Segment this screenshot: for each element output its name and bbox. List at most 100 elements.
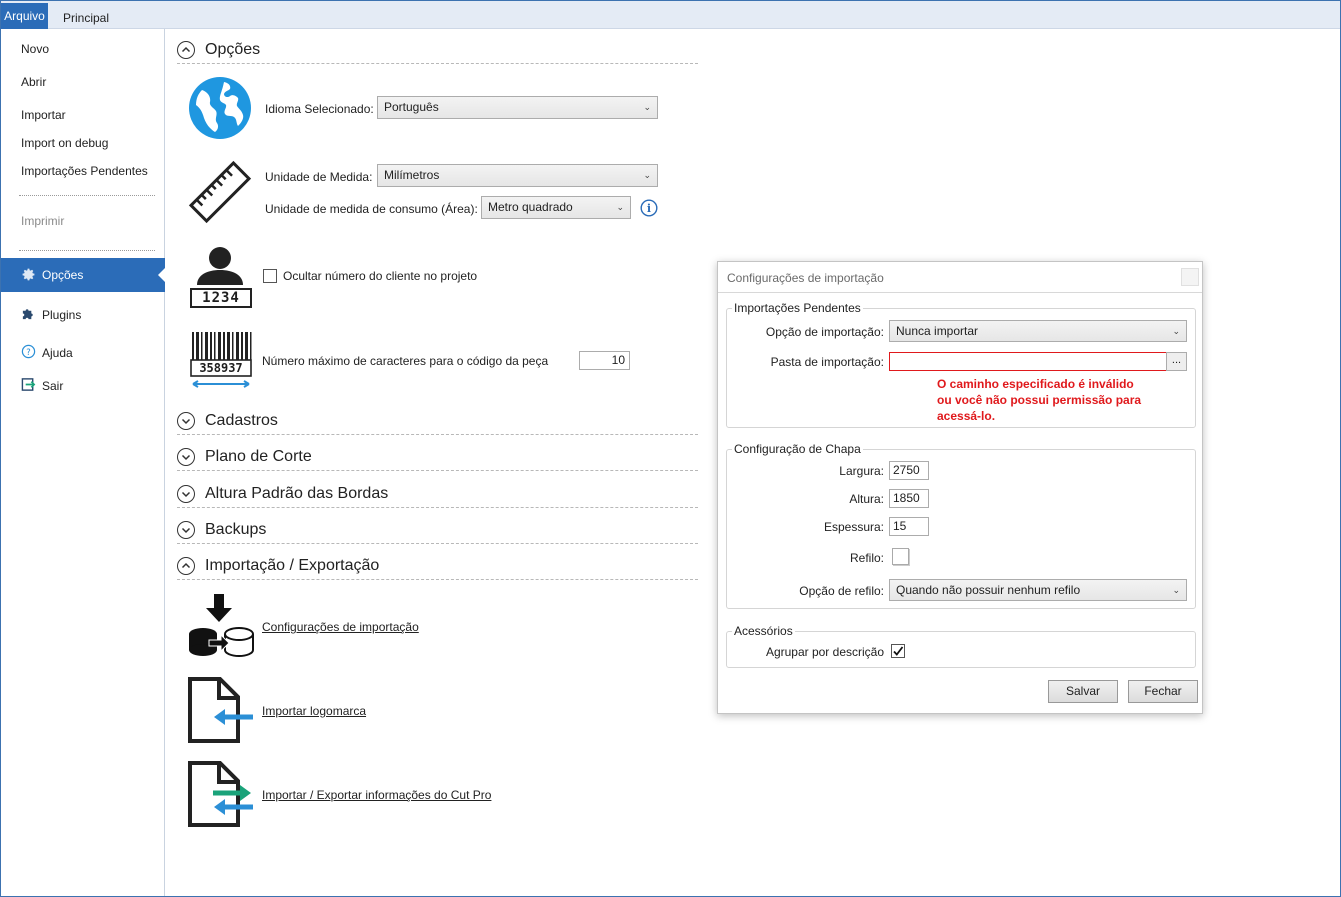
altura-label: Altura: xyxy=(849,492,884,506)
espessura-input[interactable]: 15 xyxy=(889,517,929,536)
config-import-link[interactable]: Configurações de importação xyxy=(262,620,419,634)
import-export-icon xyxy=(187,760,255,831)
help-icon: ? xyxy=(21,344,36,362)
section-altura-bordas-header[interactable]: Altura Padrão das Bordas xyxy=(177,480,698,508)
sidebar-item-importar[interactable]: Importar xyxy=(21,108,66,122)
barcode-number: 358937 xyxy=(199,361,243,375)
hide-client-label: Ocultar número do cliente no projeto xyxy=(283,269,478,283)
consumption-label: Unidade de medida de consumo (Área): xyxy=(265,202,478,216)
section-title: Backups xyxy=(205,520,267,538)
sidebar-item-sair[interactable]: Sair xyxy=(21,377,63,395)
sidebar-item-abrir[interactable]: Abrir xyxy=(21,75,46,89)
refilo-option-select[interactable]: Quando não possuir nenhum refilo ⌄ xyxy=(889,579,1187,601)
sidebar-item-label: Plugins xyxy=(42,308,82,322)
sidebar-divider xyxy=(19,250,155,251)
import-folder-label: Pasta de importação: xyxy=(770,355,884,369)
section-import-export-header[interactable]: Importação / Exportação xyxy=(177,552,698,580)
import-settings-dialog: Configurações de importação Importações … xyxy=(717,261,1203,714)
barcode-icon: 358937 xyxy=(189,330,253,393)
backstage-sidebar: Novo Abrir Importar Import on debug Impo… xyxy=(1,29,166,896)
group-by-desc-checkbox[interactable] xyxy=(891,644,905,658)
unit-value: Milímetros xyxy=(384,168,440,182)
altura-input[interactable]: 1850 xyxy=(889,489,929,508)
import-export-cutpro-link[interactable]: Importar / Exportar informações do Cut P… xyxy=(262,788,491,802)
import-option-label: Opção de importação: xyxy=(765,325,884,339)
exit-icon xyxy=(21,377,36,395)
sidebar-item-novo[interactable]: Novo xyxy=(21,42,49,56)
app-window: Arquivo Principal Novo Abrir Importar Im… xyxy=(0,0,1341,897)
error-line: acessá-lo. xyxy=(937,409,996,423)
collapse-icon xyxy=(177,556,195,575)
largura-label: Largura: xyxy=(839,464,884,478)
largura-input[interactable]: 2750 xyxy=(889,461,929,480)
section-opcoes-header[interactable]: Opções xyxy=(177,36,698,64)
group-title: Configuração de Chapa xyxy=(732,442,863,456)
sidebar-item-importacoes-pendentes[interactable]: Importações Pendentes xyxy=(21,164,148,178)
consumption-select[interactable]: Metro quadrado ⌄ xyxy=(481,196,631,219)
error-line: O caminho especificado é inválido xyxy=(937,377,1134,391)
refilo-option-value: Quando não possuir nenhum refilo xyxy=(896,583,1081,597)
dialog-title-divider xyxy=(718,292,1202,293)
import-folder-input[interactable] xyxy=(889,352,1167,371)
expand-icon xyxy=(177,520,195,539)
sidebar-item-ajuda[interactable]: ? Ajuda xyxy=(21,344,73,362)
sidebar-item-opcoes[interactable]: Opções xyxy=(1,258,166,292)
chevron-down-icon: ⌄ xyxy=(1172,585,1180,595)
browse-folder-button[interactable]: ... xyxy=(1166,352,1187,371)
import-option-select[interactable]: Nunca importar ⌄ xyxy=(889,320,1187,342)
tab-principal[interactable]: Principal xyxy=(63,11,109,25)
puzzle-icon xyxy=(21,306,36,324)
expand-icon xyxy=(177,447,195,466)
section-title: Importação / Exportação xyxy=(205,556,380,574)
dialog-close-button[interactable] xyxy=(1181,268,1199,286)
save-button[interactable]: Salvar xyxy=(1048,680,1118,703)
gear-icon xyxy=(21,267,36,285)
dialog-title: Configurações de importação xyxy=(727,271,884,285)
client-id-icon: 1234 xyxy=(189,245,253,312)
consumption-value: Metro quadrado xyxy=(488,200,573,214)
language-value: Português xyxy=(384,100,439,114)
globe-icon xyxy=(188,76,252,143)
unit-select[interactable]: Milímetros ⌄ xyxy=(377,164,658,187)
section-title: Plano de Corte xyxy=(205,447,312,465)
refilo-option-label: Opção de refilo: xyxy=(799,584,884,598)
max-chars-input[interactable]: 10 xyxy=(579,351,630,370)
section-plano-corte-header[interactable]: Plano de Corte xyxy=(177,443,698,471)
close-button[interactable]: Fechar xyxy=(1128,680,1198,703)
error-line: ou você não possui permissão para xyxy=(937,393,1142,407)
section-backups-header[interactable]: Backups xyxy=(177,516,698,544)
chevron-down-icon: ⌄ xyxy=(643,102,651,112)
expand-icon xyxy=(177,411,195,430)
sidebar-item-import-debug[interactable]: Import on debug xyxy=(21,136,108,150)
svg-text:i: i xyxy=(647,202,651,215)
language-select[interactable]: Português ⌄ xyxy=(377,96,658,119)
client-number: 1234 xyxy=(202,290,240,306)
hide-client-checkbox[interactable] xyxy=(263,269,277,283)
section-title: Opções xyxy=(205,40,261,58)
sidebar-item-imprimir[interactable]: Imprimir xyxy=(21,214,64,228)
chevron-down-icon: ⌄ xyxy=(643,170,651,180)
refilo-checkbox[interactable] xyxy=(892,548,909,565)
import-logo-icon xyxy=(187,676,255,747)
import-database-icon xyxy=(187,592,255,661)
active-pointer xyxy=(158,267,166,283)
max-chars-label: Número máximo de caracteres para o códig… xyxy=(262,354,549,368)
ribbon-tabstrip: Arquivo Principal xyxy=(1,1,1340,29)
sidebar-item-label: Ajuda xyxy=(42,346,73,360)
group-title: Acessórios xyxy=(732,624,795,638)
sidebar-divider xyxy=(19,195,155,196)
checkmark-icon xyxy=(893,646,904,656)
collapse-icon xyxy=(177,40,195,59)
language-label: Idioma Selecionado: xyxy=(265,102,374,116)
tab-arquivo[interactable]: Arquivo xyxy=(1,3,48,29)
espessura-label: Espessura: xyxy=(823,520,884,534)
group-by-desc-label: Agrupar por descrição xyxy=(765,645,884,659)
info-icon[interactable]: i xyxy=(640,199,658,220)
section-title: Altura Padrão das Bordas xyxy=(205,484,389,502)
sidebar-item-label: Sair xyxy=(42,379,64,393)
import-logo-link[interactable]: Importar logomarca xyxy=(262,704,366,718)
section-cadastros-header[interactable]: Cadastros xyxy=(177,407,698,435)
sidebar-item-plugins[interactable]: Plugins xyxy=(21,306,81,324)
section-title: Cadastros xyxy=(205,411,278,429)
ruler-icon xyxy=(187,159,253,228)
